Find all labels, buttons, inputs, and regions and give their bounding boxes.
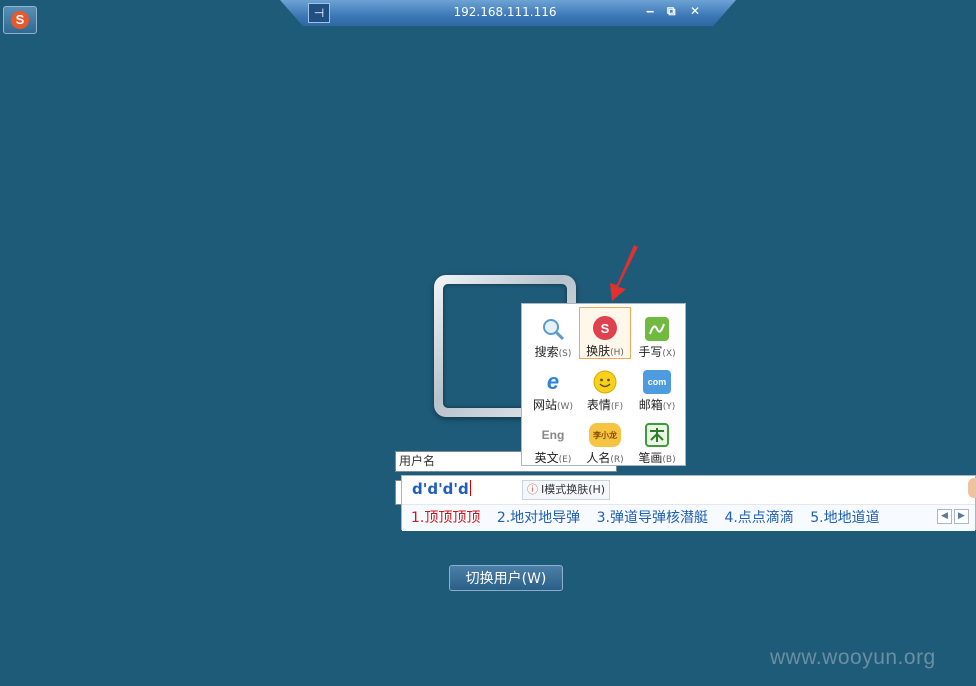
switch-user-button[interactable]: 切换用户(W) (449, 565, 563, 591)
candidate-item[interactable]: 5.地地道道 (810, 510, 879, 526)
watermark: www.wooyun.org (770, 646, 936, 669)
person-name-icon: 李小龙 (589, 423, 621, 447)
candidate-item[interactable]: 4.点点滴滴 (724, 510, 793, 526)
restore-button[interactable]: ⧉ (667, 4, 676, 19)
menu-item-search[interactable]: 搜索(S) (527, 309, 579, 361)
menu-item-handwriting[interactable]: 手写(X) (631, 309, 683, 361)
smiley-icon (593, 370, 617, 394)
minimize-button[interactable]: ‒ (646, 4, 654, 18)
rdp-host-title: 192.168.111.116 (453, 5, 557, 19)
menu-item-english[interactable]: Eng 英文(E) (527, 415, 579, 467)
stroke-icon (645, 423, 669, 447)
ime-candidate-window: d'd'd'd ⓘ I模式换肤(H) 1.顶顶顶顶 2.地对地导弹 3.弹道导弹核… (401, 475, 976, 531)
search-icon (541, 317, 565, 341)
candidate-item[interactable]: 2.地对地导弹 (497, 510, 580, 526)
skin-mode-hint[interactable]: ⓘ I模式换肤(H) (522, 480, 611, 500)
menu-item-stroke[interactable]: 笔画(B) (631, 415, 683, 467)
candidate-pager: ◀ ▶ (937, 509, 969, 524)
menu-item-emoticon[interactable]: 表情(F) (579, 362, 631, 414)
sogou-floating-button[interactable]: S (3, 6, 37, 34)
red-arrow-annotation (610, 245, 638, 301)
candidate-list: 1.顶顶顶顶 2.地对地导弹 3.弹道导弹核潜艇 4.点点滴滴 5.地地道道 (402, 504, 975, 531)
menu-item-skin[interactable]: S 换肤(H) (579, 307, 631, 359)
skin-decoration (968, 478, 976, 498)
info-icon: ⓘ (527, 483, 538, 496)
close-button[interactable]: ✕ (690, 4, 700, 18)
ime-tool-menu: 搜索(S) S 换肤(H) 手写(X) e 网站(W) 表情(F) com 邮箱… (521, 303, 686, 466)
ime-composition: d'd'd'd (412, 480, 471, 498)
candidate-item[interactable]: 1.顶顶顶顶 (411, 510, 480, 526)
menu-item-person-name[interactable]: 李小龙 人名(R) (579, 415, 631, 467)
ie-icon: e (546, 369, 560, 394)
mail-icon: com (643, 370, 671, 394)
next-page-button[interactable]: ▶ (954, 509, 969, 524)
skin-icon: S (593, 316, 617, 340)
menu-item-mail[interactable]: com 邮箱(Y) (631, 362, 683, 414)
menu-item-website[interactable]: e 网站(W) (527, 362, 579, 414)
prev-page-button[interactable]: ◀ (937, 509, 952, 524)
english-icon: Eng (541, 428, 565, 442)
handwriting-icon (645, 317, 669, 341)
candidate-item[interactable]: 3.弹道导弹核潜艇 (597, 510, 708, 526)
sogou-logo-icon: S (11, 11, 29, 29)
pin-icon[interactable]: ⊣ (308, 3, 330, 23)
